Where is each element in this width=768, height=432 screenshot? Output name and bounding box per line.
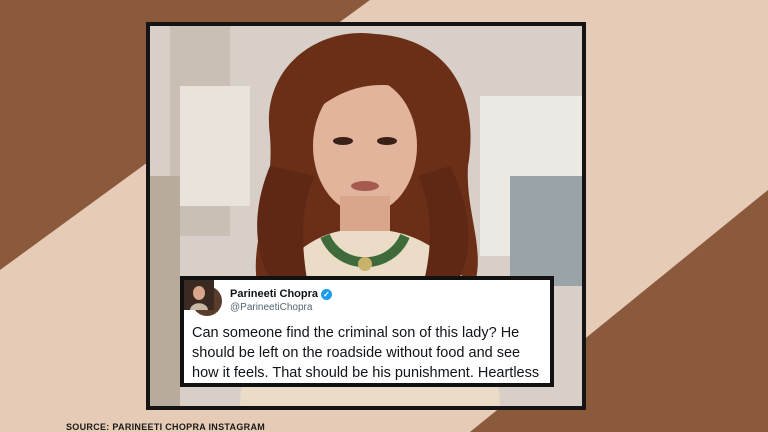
- source-caption: SOURCE: PARINEETI CHOPRA INSTAGRAM: [66, 422, 266, 432]
- tweet-text: Can someone find the criminal son of thi…: [192, 323, 542, 383]
- author-block: Parineeti Chopra ✓ @ParineetiChopra: [230, 288, 333, 314]
- photo-frame: Parineeti Chopra ✓ @ParineetiChopra Can …: [146, 22, 586, 410]
- tweet-header: Parineeti Chopra ✓ @ParineetiChopra: [184, 280, 542, 316]
- tweet-card: Parineeti Chopra ✓ @ParineetiChopra Can …: [180, 276, 554, 387]
- portrait-photo: Parineeti Chopra ✓ @ParineetiChopra Can …: [150, 26, 582, 406]
- avatar: [184, 280, 222, 316]
- tweet-text-line: how it feels. That should be his punishm…: [192, 365, 540, 381]
- tweet-text-line: should be left on the roadside without f…: [192, 345, 521, 361]
- author-name: Parineeti Chopra: [230, 288, 319, 300]
- author-handle: @ParineetiChopra: [230, 302, 313, 313]
- avatar-image-icon: [184, 280, 214, 310]
- verified-badge-icon: ✓: [321, 289, 333, 300]
- tweet-text-line: Can someone find the criminal son of thi…: [192, 325, 520, 341]
